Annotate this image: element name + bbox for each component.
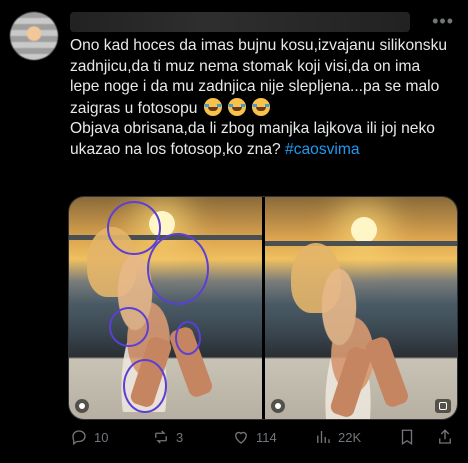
- annotation-circle: [123, 359, 167, 413]
- gallery-badge-icon: [435, 399, 451, 413]
- share-icon: [439, 429, 451, 444]
- blurred-username[interactable]: [70, 12, 410, 32]
- share-button[interactable]: [436, 428, 456, 446]
- alt-badge-icon: [75, 399, 89, 413]
- tweet-text: Ono kad hoces da imas bujnu kosu,izvajan…: [70, 36, 450, 160]
- laughing-emoji-icon: [203, 97, 222, 116]
- like-count: 114: [256, 429, 277, 445]
- views-button[interactable]: 22K: [314, 428, 398, 446]
- reply-button[interactable]: 10: [70, 428, 152, 446]
- bookmark-button[interactable]: [398, 428, 436, 446]
- hashtag-link[interactable]: #caosvima: [285, 141, 360, 158]
- annotation-circle: [147, 233, 209, 305]
- photo-edited[interactable]: [69, 197, 262, 419]
- heart-icon: [235, 431, 247, 444]
- laughing-emoji-icon: [252, 97, 271, 116]
- analytics-icon: [317, 431, 330, 443]
- photo-original[interactable]: [264, 197, 457, 419]
- media-grid: [68, 196, 458, 420]
- bookmark-icon: [401, 429, 413, 446]
- avatar[interactable]: [10, 12, 58, 60]
- laughing-emoji-icon: [228, 97, 247, 116]
- alt-badge-icon: [270, 399, 285, 413]
- tweet-text-part2: Objava obrisana,da li zbog manjka lajkov…: [70, 120, 435, 158]
- retweet-count: 3: [176, 429, 184, 445]
- views-count: 22K: [338, 429, 362, 445]
- more-options-icon[interactable]: •••: [432, 12, 454, 30]
- action-bar: 10 3 114 22K: [70, 426, 456, 448]
- retweet-button[interactable]: 3: [152, 428, 232, 446]
- like-button[interactable]: 114: [232, 428, 314, 446]
- reply-icon: [72, 430, 86, 446]
- annotation-circle: [175, 321, 201, 355]
- annotation-circle: [109, 307, 149, 347]
- retweet-icon: [155, 430, 167, 444]
- reply-count: 10: [94, 429, 109, 445]
